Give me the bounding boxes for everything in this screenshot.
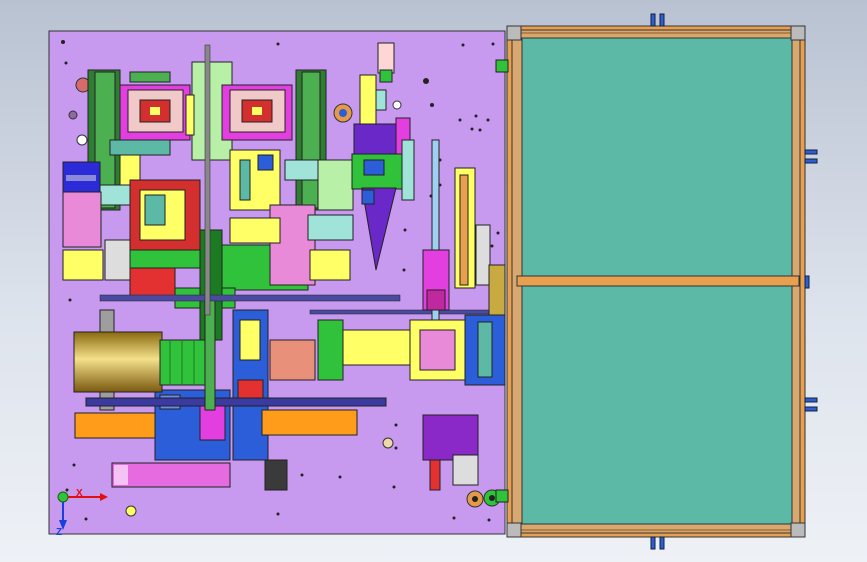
triad-origin bbox=[57, 491, 69, 503]
conveyor-frame[interactable] bbox=[506, 25, 806, 538]
conveyor-glass-upper bbox=[521, 37, 793, 277]
conveyor-glass-lower bbox=[521, 285, 793, 525]
feeder-module-right[interactable] bbox=[221, 69, 327, 211]
triad-z-label: Z bbox=[56, 527, 63, 538]
cad-viewport[interactable] bbox=[0, 0, 867, 562]
triad-x-label: X bbox=[76, 488, 83, 499]
salmon-block[interactable] bbox=[269, 339, 316, 381]
